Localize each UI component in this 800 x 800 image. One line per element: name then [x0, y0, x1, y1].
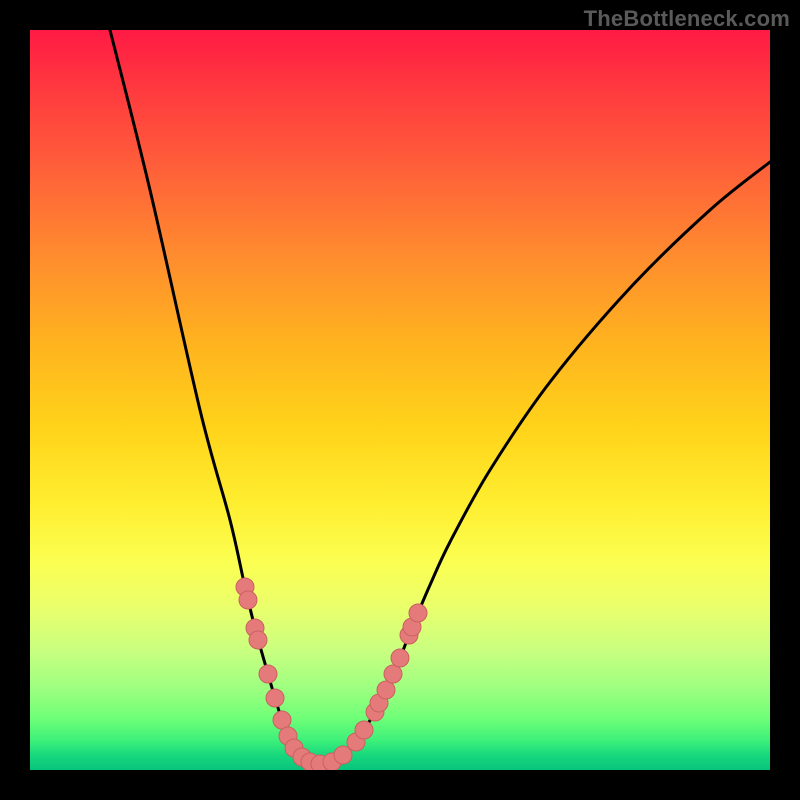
outer-frame: TheBottleneck.com	[0, 0, 800, 800]
data-point	[391, 649, 409, 667]
right-branch-markers	[334, 604, 427, 764]
data-point	[355, 721, 373, 739]
plot-area	[30, 30, 770, 770]
data-point	[239, 591, 257, 609]
data-point	[259, 665, 277, 683]
data-point	[409, 604, 427, 622]
data-point	[249, 631, 267, 649]
data-point	[384, 665, 402, 683]
data-point	[266, 689, 284, 707]
data-point	[377, 681, 395, 699]
data-point	[273, 711, 291, 729]
left-branch-markers	[236, 578, 341, 770]
curve-layer	[110, 30, 770, 764]
watermark-text: TheBottleneck.com	[584, 6, 790, 32]
bottleneck-curve	[110, 30, 770, 764]
chart-svg	[30, 30, 770, 770]
